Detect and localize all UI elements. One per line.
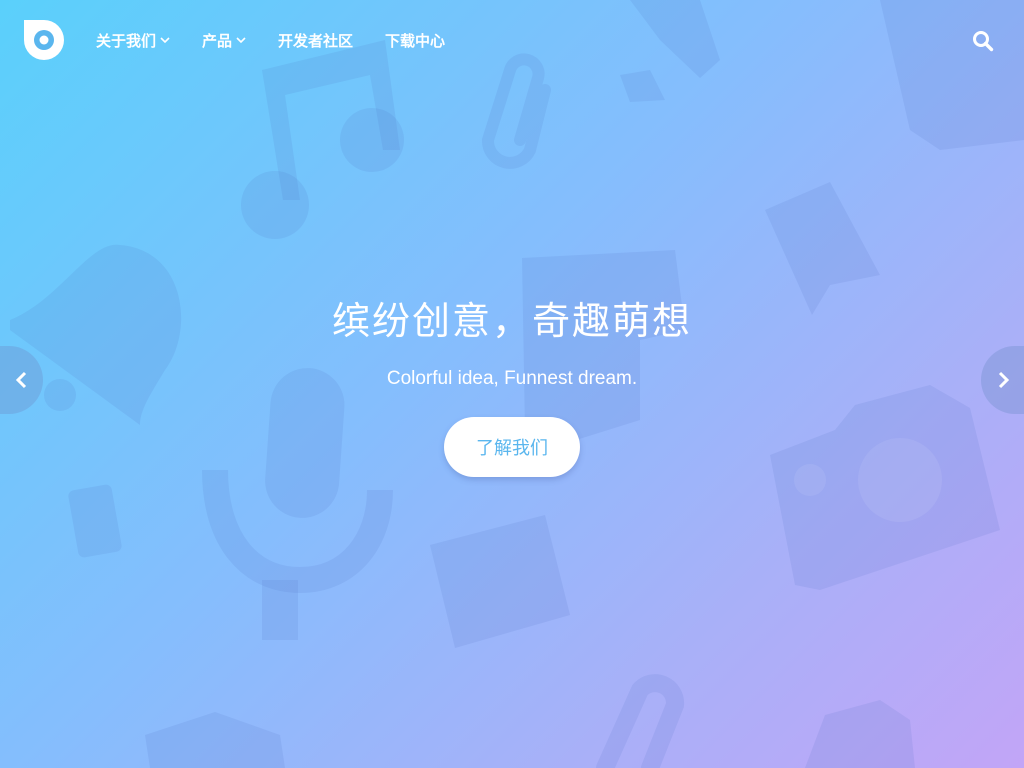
logo-icon[interactable] [24,20,64,60]
header: 关于我们 产品 开发者社区 下载中心 [0,0,1024,80]
hero-subtitle: Colorful idea, Funnest dream. [386,368,638,389]
chevron-left-icon [15,371,26,389]
phone-icon [68,484,122,558]
link-icon [596,674,685,768]
document-icon [522,250,685,445]
chevron-right-icon [998,371,1009,389]
camera-icon [770,385,1000,590]
nav-item-download-center[interactable]: 下载中心 [385,28,445,52]
chevron-down-icon [160,37,170,44]
nav-item-label: 下载中心 [385,31,446,50]
chevron-down-icon [236,37,246,44]
main-nav: 关于我们 产品 开发者社区 下载中心 [96,28,477,52]
video-icon [805,700,915,768]
hero-title: 缤纷创意，奇趣萌想 [331,299,692,343]
landing-page: 关于我们 产品 开发者社区 下载中心 缤纷创意，奇趣萌想 Colorful id… [0,0,1024,768]
microphone-icon [202,368,393,640]
nav-item-label: 产品 [202,31,233,50]
nav-item-label: 关于我们 [96,31,157,50]
learn-more-button[interactable]: 了解我们 [444,417,580,477]
newspaper-icon [430,515,570,648]
nav-item-products[interactable]: 产品 [202,28,246,52]
search-icon[interactable] [972,30,994,52]
nav-item-developer-community[interactable]: 开发者社区 [278,28,353,52]
nav-item-about[interactable]: 关于我们 [96,28,170,52]
nav-item-label: 开发者社区 [278,31,354,50]
briefcase-icon [145,712,285,768]
